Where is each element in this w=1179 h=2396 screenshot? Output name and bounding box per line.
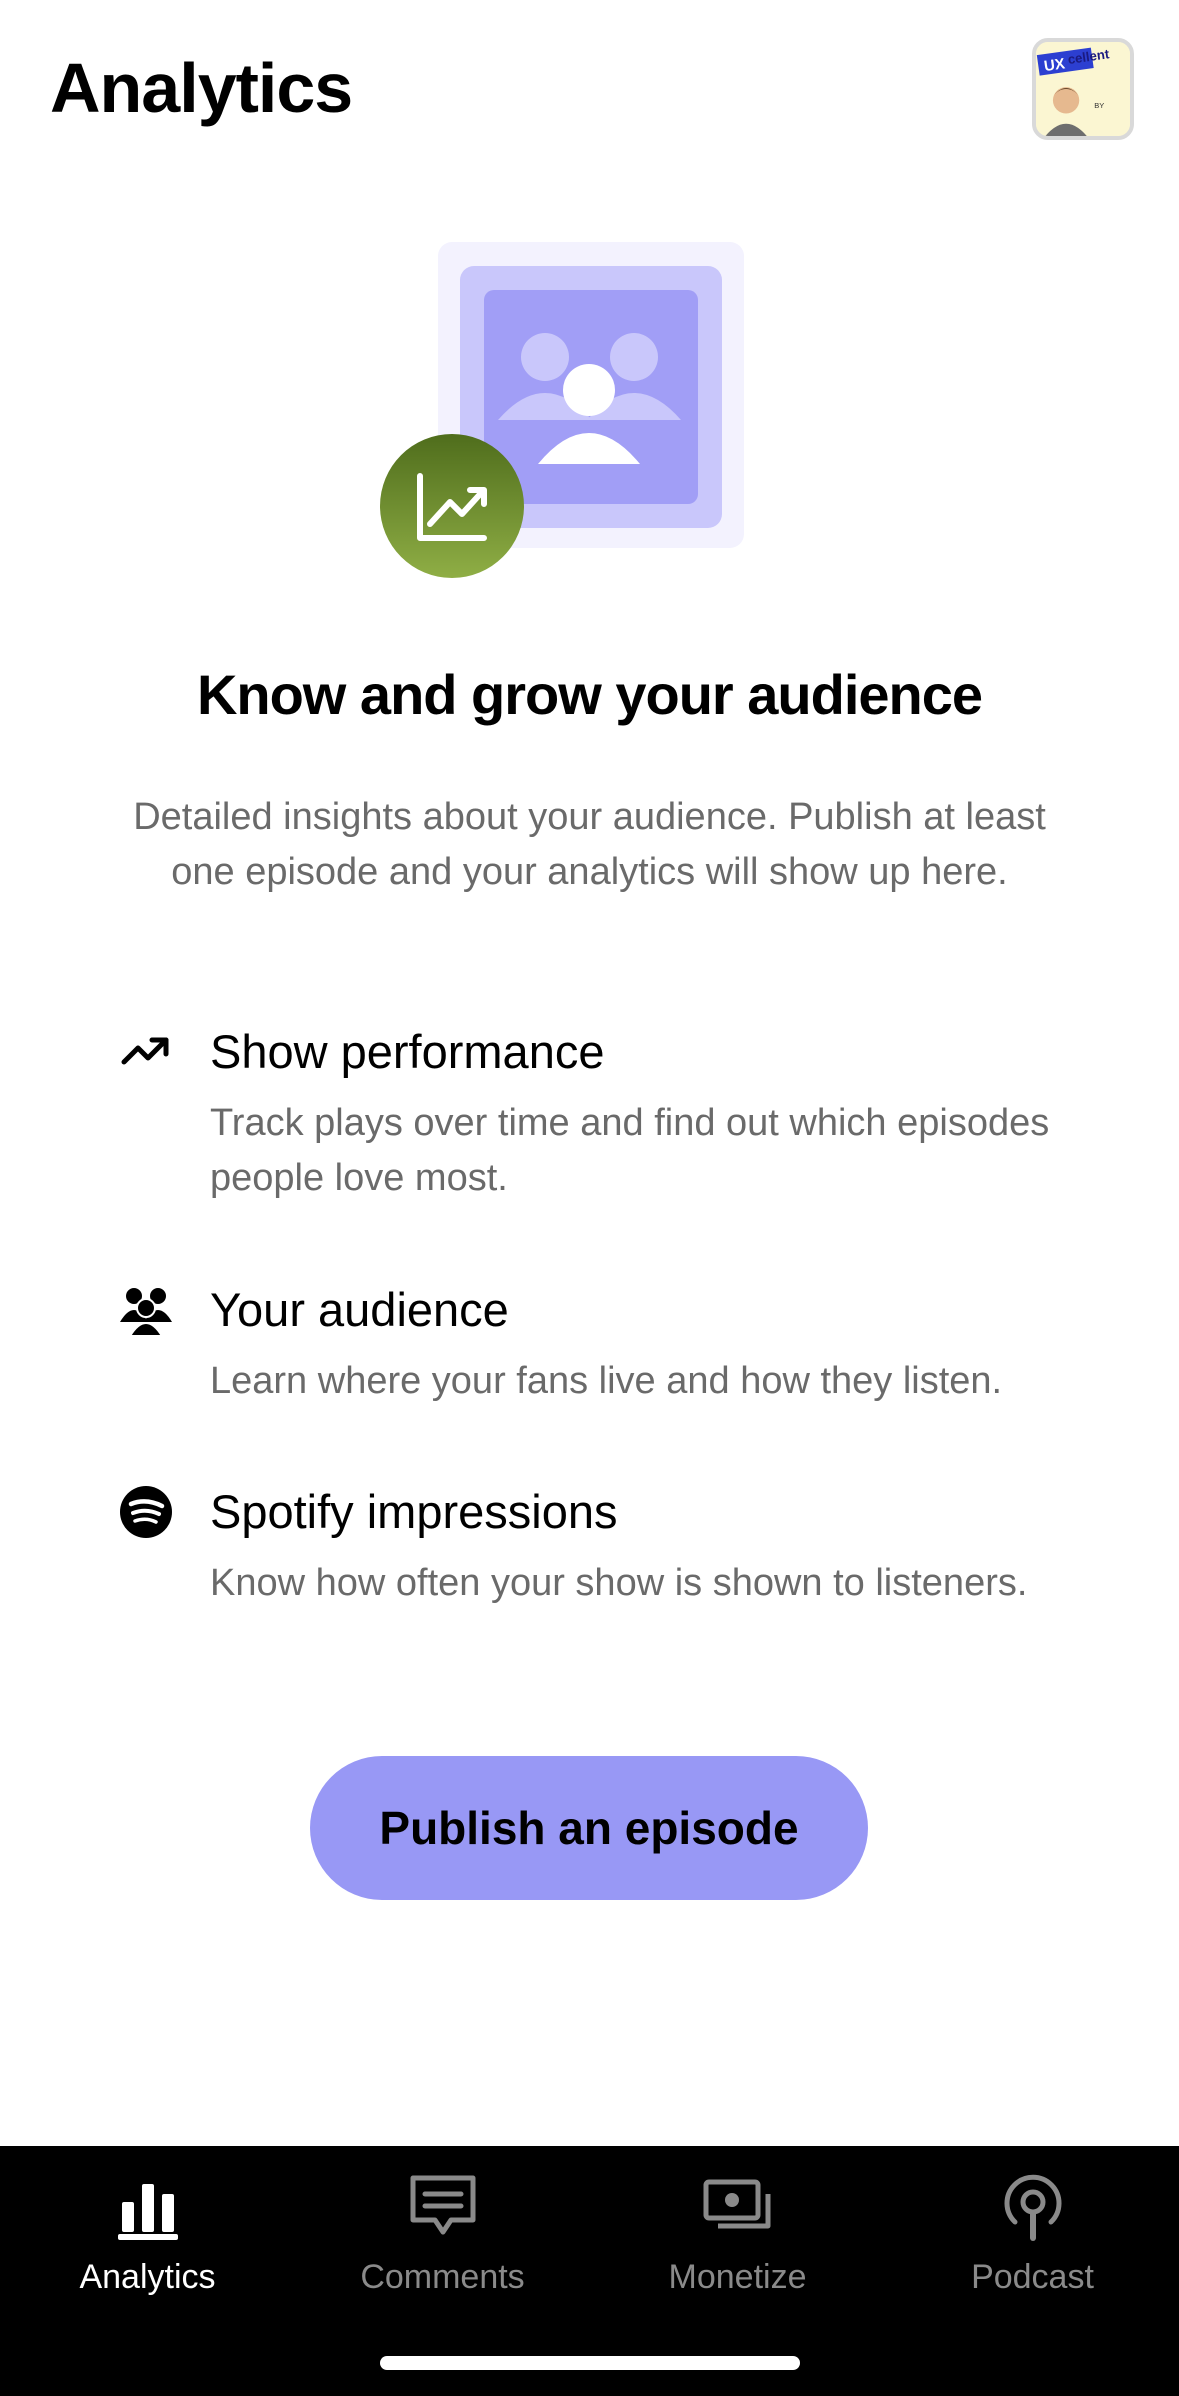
- money-icon: [698, 2166, 778, 2246]
- tab-comments[interactable]: Comments: [295, 2166, 590, 2306]
- feature-description: Learn where your fans live and how they …: [210, 1360, 1003, 1402]
- headline: Know and grow your audience: [196, 663, 983, 726]
- feature-title: Spotify impressions: [210, 1485, 618, 1538]
- podcast-icon: [993, 2166, 1073, 2246]
- spotify-icon: [118, 1484, 174, 1540]
- hero-illustration: [378, 242, 748, 582]
- home-indicator: [380, 2356, 800, 2370]
- feature-description: Know how often your show is shown to lis…: [210, 1562, 1028, 1604]
- feature-title: Show performance: [210, 1025, 605, 1078]
- page-title: Analytics: [50, 49, 353, 127]
- trend-up-icon: [118, 1024, 174, 1080]
- publish-episode-button[interactable]: Publish an episode: [310, 1756, 868, 1900]
- bar-chart-icon: [108, 2166, 188, 2246]
- svg-text:UX: UX: [1043, 55, 1066, 75]
- tab-analytics[interactable]: Analytics: [0, 2166, 295, 2306]
- feature-title: Your audience: [210, 1283, 509, 1336]
- avatar-image: UX cellent BY: [1036, 42, 1130, 136]
- svg-text:BY: BY: [1094, 101, 1104, 110]
- tab-label: Analytics: [79, 2258, 216, 2296]
- avatar[interactable]: UX cellent BY: [1032, 38, 1134, 140]
- audience-illustration-icon: [380, 242, 744, 578]
- tab-monetize[interactable]: Monetize: [590, 2166, 885, 2306]
- intro-text: Detailed insights about your audience. P…: [133, 796, 1046, 893]
- analytics-screen: Analytics UX cellent BY Know and grow yo…: [0, 0, 1179, 2396]
- audience-icon: [118, 1282, 174, 1338]
- tab-label: Comments: [360, 2258, 525, 2296]
- feature-description: Track plays over time and find out which…: [210, 1102, 1050, 1199]
- comment-icon: [403, 2166, 483, 2246]
- tab-label: Podcast: [971, 2258, 1094, 2296]
- tab-label: Monetize: [668, 2258, 807, 2296]
- tab-podcast[interactable]: Podcast: [885, 2166, 1179, 2306]
